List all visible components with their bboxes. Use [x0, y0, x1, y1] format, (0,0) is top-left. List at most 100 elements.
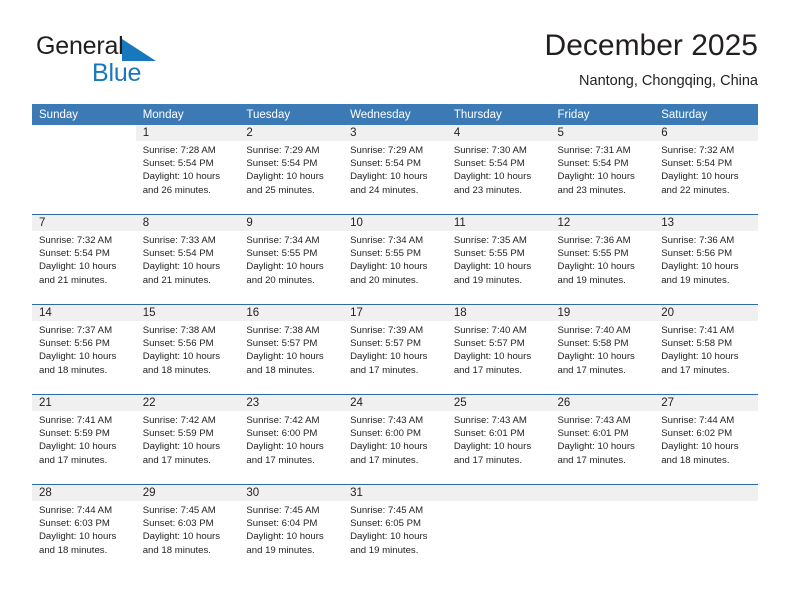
sunrise-text: Sunrise: 7:28 AM — [142, 145, 216, 156]
calendar-day-cell[interactable]: 4 Sunrise: 7:30 AM Sunset: 5:54 PM Daylight… — [446, 125, 551, 214]
sunrise-text: Sunrise: 7:39 AM — [350, 325, 424, 336]
calendar-day-cell[interactable]: 10 Sunrise: 7:34 AM Sunset: 5:55 PM Dayligh… — [343, 215, 447, 304]
day-details: Sunrise: 7:32 AM Sunset: 5:54 PM Daylight:… — [32, 231, 136, 287]
day-details: Sunrise: 7:36 AM Sunset: 5:55 PM Daylight:… — [551, 231, 655, 287]
daylight-text-line2: and 19 minutes. — [661, 274, 730, 286]
day-details: Sunrise: 7:44 AM Sunset: 6:02 PM Daylight:… — [654, 411, 758, 467]
brand-logo[interactable]: General Blue — [36, 34, 246, 90]
calendar-day-cell[interactable]: 20 Sunrise: 7:41 AM Sunset: 5:58 PM Dayligh… — [654, 305, 758, 394]
day-details: Sunrise: 7:34 AM Sunset: 5:55 PM Daylight:… — [343, 231, 447, 287]
page-title: December 2025 — [544, 29, 758, 62]
sunrise-text: Sunrise: 7:44 AM — [661, 415, 735, 426]
day-number: 29 — [135, 485, 240, 501]
day-details: Sunrise: 7:45 AM Sunset: 6:04 PM Daylight:… — [239, 501, 343, 557]
sunset-text: Sunset: 5:54 PM — [350, 158, 422, 170]
calendar-day-cell[interactable]: 17 Sunrise: 7:39 AM Sunset: 5:57 PM Dayligh… — [343, 305, 447, 394]
day-details: Sunrise: 7:32 AM Sunset: 5:54 PM Daylight:… — [654, 141, 758, 197]
calendar-day-cell[interactable]: 24 Sunrise: 7:43 AM Sunset: 6:00 PM Dayligh… — [343, 395, 447, 484]
sunset-text: Sunset: 6:01 PM — [453, 428, 525, 440]
day-details: Sunrise: 7:40 AM Sunset: 5:57 PM Daylight:… — [447, 321, 551, 377]
calendar-day-cell[interactable]: 16 Sunrise: 7:38 AM Sunset: 5:57 PM Dayligh… — [239, 305, 344, 394]
calendar-week-inner: 7 Sunrise: 7:32 AM Sunset: 5:54 PM Daylight… — [32, 215, 758, 304]
calendar-day-cell[interactable]: 1 Sunrise: 7:28 AM Sunset: 5:54 PM Daylight… — [135, 125, 240, 214]
day-details: Sunrise: 7:45 AM Sunset: 6:05 PM Daylight:… — [343, 501, 447, 557]
day-number: 24 — [343, 395, 447, 411]
calendar-day-cell[interactable]: 26 Sunrise: 7:43 AM Sunset: 6:01 PM Dayligh… — [550, 395, 655, 484]
calendar-day-cell[interactable]: 18 Sunrise: 7:40 AM Sunset: 5:57 PM Dayligh… — [446, 305, 551, 394]
sunrise-text: Sunrise: 7:29 AM — [246, 145, 320, 156]
daylight-text-line2: and 18 minutes. — [39, 364, 108, 376]
brand-name-blue: Blue — [92, 59, 142, 87]
calendar-day-cell-empty — [32, 125, 136, 214]
day-details: Sunrise: 7:37 AM Sunset: 5:56 PM Daylight:… — [32, 321, 136, 377]
day-number: 1 — [135, 125, 240, 141]
sunrise-text: Sunrise: 7:42 AM — [246, 415, 320, 426]
sunrise-text: Sunrise: 7:36 AM — [557, 235, 631, 246]
daylight-text-line1: Daylight: 10 hours — [557, 261, 635, 273]
day-number: 12 — [550, 215, 655, 231]
sunset-text: Sunset: 5:54 PM — [661, 158, 733, 170]
daylight-text-line2: and 18 minutes. — [246, 364, 315, 376]
daylight-text-line1: Daylight: 10 hours — [39, 261, 117, 273]
calendar-day-cell[interactable]: 31 Sunrise: 7:45 AM Sunset: 6:05 PM Dayligh… — [343, 485, 447, 574]
day-number: 2 — [239, 125, 344, 141]
calendar-day-cell[interactable]: 11 Sunrise: 7:35 AM Sunset: 5:55 PM Dayligh… — [446, 215, 551, 304]
sunrise-text: Sunrise: 7:42 AM — [142, 415, 216, 426]
page-header: General Blue December 2025 Nantong, Chon… — [0, 0, 792, 96]
calendar-week-row: 21 Sunrise: 7:41 AM Sunset: 5:59 PM Dayligh… — [32, 394, 758, 484]
calendar-day-cell[interactable]: 5 Sunrise: 7:31 AM Sunset: 5:54 PM Daylight… — [550, 125, 655, 214]
weekday-header-friday: Friday — [557, 109, 590, 121]
calendar-day-cell[interactable]: 12 Sunrise: 7:36 AM Sunset: 5:55 PM Dayligh… — [550, 215, 655, 304]
day-details: Sunrise: 7:36 AM Sunset: 5:56 PM Daylight:… — [654, 231, 758, 287]
daylight-text-line1: Daylight: 10 hours — [557, 351, 635, 363]
daylight-text-line2: and 19 minutes. — [350, 544, 419, 556]
day-number: 18 — [446, 305, 551, 321]
daylight-text-line1: Daylight: 10 hours — [350, 171, 428, 183]
calendar-day-cell[interactable]: 2 Sunrise: 7:29 AM Sunset: 5:54 PM Daylight… — [239, 125, 344, 214]
day-number: 4 — [446, 125, 551, 141]
title-block: December 2025 Nantong, Chongqing, China — [545, 28, 758, 91]
day-number — [32, 125, 136, 141]
sunrise-text: Sunrise: 7:38 AM — [142, 325, 216, 336]
day-number: 27 — [654, 395, 758, 411]
sunrise-text: Sunrise: 7:30 AM — [453, 145, 527, 156]
calendar-day-cell[interactable]: 15 Sunrise: 7:38 AM Sunset: 5:56 PM Dayligh… — [135, 305, 240, 394]
calendar-day-cell[interactable]: 8 Sunrise: 7:33 AM Sunset: 5:54 PM Daylight… — [135, 215, 240, 304]
calendar-day-cell[interactable]: 30 Sunrise: 7:45 AM Sunset: 6:04 PM Dayligh… — [239, 485, 344, 574]
daylight-text-line2: and 18 minutes. — [142, 544, 211, 556]
calendar-day-cell[interactable]: 3 Sunrise: 7:29 AM Sunset: 5:54 PM Daylight… — [343, 125, 447, 214]
daylight-text-line1: Daylight: 10 hours — [661, 261, 739, 273]
calendar-week-row: 28 Sunrise: 7:44 AM Sunset: 6:03 PM Dayligh… — [32, 484, 758, 574]
calendar-day-cell[interactable]: 21 Sunrise: 7:41 AM Sunset: 5:59 PM Dayligh… — [32, 395, 136, 484]
daylight-text-line1: Daylight: 10 hours — [39, 441, 117, 453]
daylight-text-line2: and 20 minutes. — [350, 274, 419, 286]
calendar-day-cell[interactable]: 28 Sunrise: 7:44 AM Sunset: 6:03 PM Dayligh… — [32, 485, 136, 574]
daylight-text-line2: and 17 minutes. — [350, 364, 419, 376]
calendar-day-cell-empty — [550, 485, 655, 574]
calendar-day-cell[interactable]: 22 Sunrise: 7:42 AM Sunset: 5:59 PM Dayligh… — [135, 395, 240, 484]
daylight-text-line1: Daylight: 10 hours — [39, 531, 117, 543]
calendar-day-cell[interactable]: 7 Sunrise: 7:32 AM Sunset: 5:54 PM Daylight… — [32, 215, 136, 304]
sunrise-text: Sunrise: 7:45 AM — [246, 505, 320, 516]
brand-name-general: General — [36, 32, 124, 60]
sunrise-text: Sunrise: 7:36 AM — [661, 235, 735, 246]
calendar-day-cell[interactable]: 19 Sunrise: 7:40 AM Sunset: 5:58 PM Dayligh… — [550, 305, 655, 394]
daylight-text-line2: and 19 minutes. — [246, 544, 315, 556]
calendar-day-cell[interactable]: 29 Sunrise: 7:45 AM Sunset: 6:03 PM Dayligh… — [135, 485, 240, 574]
calendar-day-cell[interactable]: 13 Sunrise: 7:36 AM Sunset: 5:56 PM Dayligh… — [654, 215, 758, 304]
calendar-day-cell[interactable]: 27 Sunrise: 7:44 AM Sunset: 6:02 PM Dayligh… — [654, 395, 758, 484]
day-details: Sunrise: 7:38 AM Sunset: 5:57 PM Daylight:… — [239, 321, 343, 377]
sunset-text: Sunset: 5:54 PM — [557, 158, 629, 170]
calendar-day-cell[interactable]: 9 Sunrise: 7:34 AM Sunset: 5:55 PM Daylight… — [239, 215, 344, 304]
sunrise-text: Sunrise: 7:33 AM — [142, 235, 216, 246]
calendar-day-cell[interactable]: 14 Sunrise: 7:37 AM Sunset: 5:56 PM Dayligh… — [32, 305, 136, 394]
calendar-day-cell[interactable]: 25 Sunrise: 7:43 AM Sunset: 6:01 PM Dayligh… — [446, 395, 551, 484]
sunset-text: Sunset: 5:56 PM — [39, 338, 110, 350]
sunset-text: Sunset: 6:05 PM — [350, 518, 422, 530]
calendar-day-cell[interactable]: 23 Sunrise: 7:42 AM Sunset: 6:00 PM Dayligh… — [239, 395, 344, 484]
calendar-day-cell[interactable]: 6 Sunrise: 7:32 AM Sunset: 5:54 PM Daylight… — [654, 125, 758, 214]
daylight-text-line2: and 22 minutes. — [661, 184, 730, 196]
day-number — [654, 485, 758, 501]
calendar-week-inner: 21 Sunrise: 7:41 AM Sunset: 5:59 PM Dayligh… — [32, 395, 758, 484]
sunset-text: Sunset: 6:00 PM — [246, 428, 318, 440]
